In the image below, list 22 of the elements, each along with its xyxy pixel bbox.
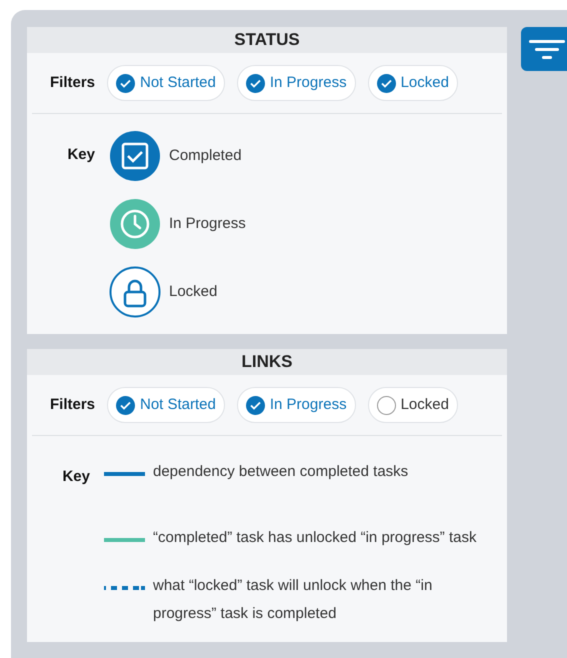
legend-text: what “locked” task will unlock when the “in progress” task is completed: [153, 576, 434, 624]
filter-chip[interactable]: In Progress: [236, 65, 356, 101]
filter-chip[interactable]: Not Started: [107, 387, 225, 423]
filters-label: Filters: [48, 394, 95, 415]
key-label: Key: [61, 467, 90, 487]
key-label: Key: [66, 145, 95, 165]
filter-icon[interactable]: [521, 27, 567, 71]
legend-text: Locked: [169, 282, 218, 302]
section-title: LINKS: [27, 349, 507, 375]
checkbox-icon: [109, 130, 161, 182]
filter-chip[interactable]: Not Started: [107, 65, 225, 101]
filter-chip[interactable]: In Progress: [236, 387, 356, 423]
legend-text: In Progress: [169, 214, 246, 234]
legend-text: Completed: [169, 146, 242, 166]
legend-text: “completed” task has unlocked “in progress” task: [153, 528, 478, 548]
clock-icon: [109, 198, 161, 250]
section-title: STATUS: [27, 27, 507, 53]
filters-label: Filters: [48, 72, 95, 93]
filter-chip[interactable]: Locked: [368, 65, 458, 101]
lock-icon: [109, 266, 161, 318]
filter-chip[interactable]: Locked: [368, 387, 458, 423]
legend-text: dependency between completed tasks: [153, 462, 410, 482]
